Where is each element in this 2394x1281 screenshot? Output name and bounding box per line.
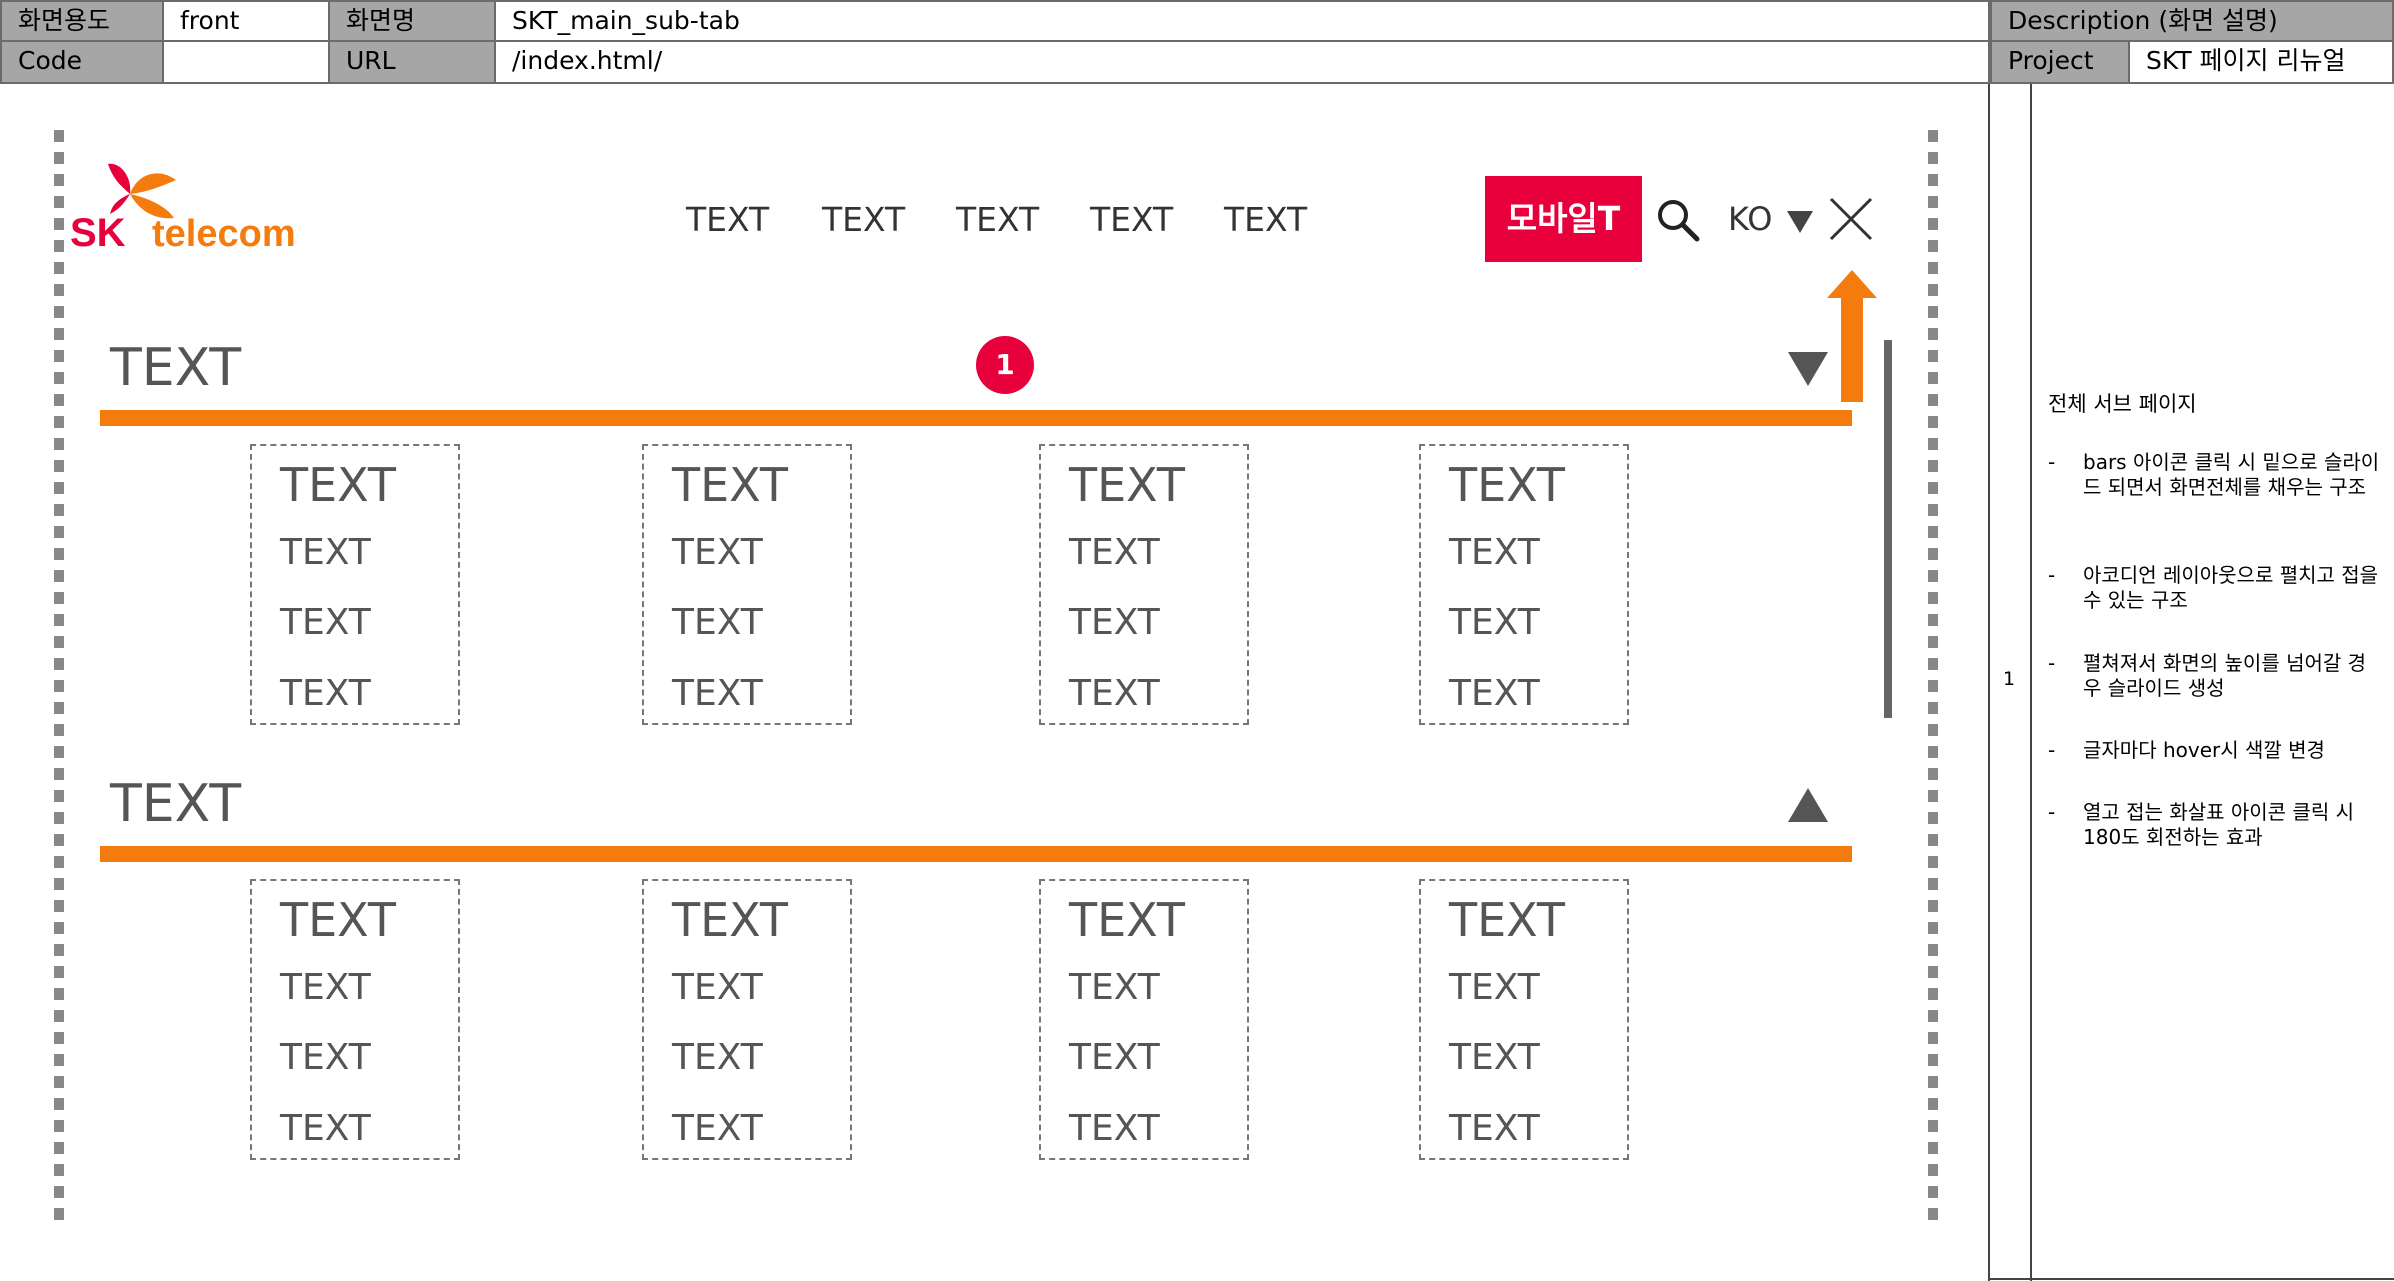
desc-divider-mid <box>2030 84 2032 1281</box>
card-link[interactable]: TEXT <box>280 673 371 714</box>
chevron-down-icon <box>1786 211 1813 233</box>
card-link[interactable]: TEXT <box>1069 602 1160 643</box>
description-item-text: 글자마다 hover시 색깔 변경 <box>2083 738 2325 762</box>
search-icon[interactable] <box>1656 198 1700 246</box>
usage-value: front <box>162 0 330 42</box>
card-heading[interactable]: TEXT <box>280 893 396 947</box>
bullet-dash: - <box>2048 800 2056 824</box>
description-number: 1 <box>2003 668 2016 690</box>
code-value <box>162 40 330 84</box>
desc-divider-left <box>1988 84 1990 1281</box>
frame-border-right <box>1928 130 1938 1226</box>
nav-item[interactable]: TEXT <box>822 200 905 239</box>
caret-down-icon[interactable] <box>1788 352 1828 390</box>
card-link[interactable]: TEXT <box>672 1108 763 1149</box>
code-label: Code <box>0 40 164 84</box>
caret-up-icon[interactable] <box>1788 788 1828 826</box>
arrow-up-annotation-icon <box>1827 270 1877 406</box>
description-item-text: bars 아이콘 클릭 시 밑으로 슬라이드 되면서 화면전체를 채우는 구조 <box>2083 450 2380 499</box>
menu-card: TEXT TEXT TEXT TEXT <box>1039 879 1249 1160</box>
card-link[interactable]: TEXT <box>1069 1037 1160 1078</box>
mobile-t-button[interactable]: 모바일T <box>1485 176 1642 262</box>
card-link[interactable]: TEXT <box>1449 1037 1540 1078</box>
card-link[interactable]: TEXT <box>1449 532 1540 573</box>
menu-card: TEXT TEXT TEXT TEXT <box>642 444 852 725</box>
card-heading[interactable]: TEXT <box>1069 458 1185 512</box>
logo-telecom-text: telecom <box>152 213 296 254</box>
menu-card: TEXT TEXT TEXT TEXT <box>642 879 852 1160</box>
card-heading[interactable]: TEXT <box>1069 893 1185 947</box>
card-link[interactable]: TEXT <box>672 532 763 573</box>
card-link[interactable]: TEXT <box>280 967 371 1008</box>
card-link[interactable]: TEXT <box>1449 602 1540 643</box>
card-heading[interactable]: TEXT <box>280 458 396 512</box>
card-link[interactable]: TEXT <box>1069 1108 1160 1149</box>
section-title[interactable]: TEXT <box>110 774 241 834</box>
card-link[interactable]: TEXT <box>1069 967 1160 1008</box>
menu-card: TEXT TEXT TEXT TEXT <box>1039 444 1249 725</box>
card-link[interactable]: TEXT <box>672 967 763 1008</box>
bullet-dash: - <box>2048 563 2056 587</box>
description-label: Description (화면 설명) <box>1990 0 2394 42</box>
language-select[interactable]: KO <box>1728 200 1813 238</box>
project-label: Project <box>1990 40 2130 84</box>
card-link[interactable]: TEXT <box>672 602 763 643</box>
description-item-text: 열고 접는 화살표 아이콘 클릭 시 180도 회전하는 효과 <box>2083 800 2354 849</box>
card-link[interactable]: TEXT <box>1449 1108 1540 1149</box>
description-title: 전체 서브 페이지 <box>2048 392 2197 416</box>
bullet-dash: - <box>2048 450 2056 474</box>
card-link[interactable]: TEXT <box>280 1108 371 1149</box>
bullet-dash: - <box>2048 738 2056 762</box>
card-link[interactable]: TEXT <box>1449 673 1540 714</box>
description-item-text: 아코디언 레이아웃으로 펼치고 접을 수 있는 구조 <box>2083 563 2379 612</box>
card-link[interactable]: TEXT <box>280 602 371 643</box>
logo-sk-text: SK <box>70 211 126 254</box>
sk-butterfly-icon: SK telecom <box>70 163 296 255</box>
card-heading[interactable]: TEXT <box>672 458 788 512</box>
section-divider <box>100 846 1852 862</box>
url-value: /index.html/ <box>494 40 1990 84</box>
card-link[interactable]: TEXT <box>1069 532 1160 573</box>
card-link[interactable]: TEXT <box>280 532 371 573</box>
screen-name-label: 화면명 <box>328 0 496 42</box>
section-title[interactable]: TEXT <box>110 338 241 398</box>
card-link[interactable]: TEXT <box>672 673 763 714</box>
nav-item[interactable]: TEXT <box>956 200 1039 239</box>
card-link[interactable]: TEXT <box>1069 673 1160 714</box>
url-label: URL <box>328 40 496 84</box>
menu-card: TEXT TEXT TEXT TEXT <box>1419 879 1629 1160</box>
usage-label: 화면용도 <box>0 0 164 42</box>
description-item-text: 펼쳐져서 화면의 높이를 넘어갈 경우 슬라이드 생성 <box>2083 651 2367 700</box>
scrollbar[interactable] <box>1884 340 1892 718</box>
close-icon[interactable] <box>1828 196 1874 246</box>
nav-item[interactable]: TEXT <box>1224 200 1307 239</box>
nav-item[interactable]: TEXT <box>686 200 769 239</box>
nav-item[interactable]: TEXT <box>1090 200 1173 239</box>
desc-divider-bottom <box>1988 1278 2394 1280</box>
sk-telecom-logo[interactable]: SK telecom <box>68 158 308 255</box>
menu-card: TEXT TEXT TEXT TEXT <box>1419 444 1629 725</box>
screen-name-value: SKT_main_sub-tab <box>494 0 1990 42</box>
annotation-badge: 1 <box>976 336 1034 394</box>
card-heading[interactable]: TEXT <box>1449 893 1565 947</box>
menu-card: TEXT TEXT TEXT TEXT <box>250 444 460 725</box>
language-value: KO <box>1728 200 1773 238</box>
menu-card: TEXT TEXT TEXT TEXT <box>250 879 460 1160</box>
card-heading[interactable]: TEXT <box>1449 458 1565 512</box>
card-link[interactable]: TEXT <box>280 1037 371 1078</box>
bullet-dash: - <box>2048 651 2056 675</box>
frame-border-left <box>54 130 64 1226</box>
card-link[interactable]: TEXT <box>1449 967 1540 1008</box>
card-heading[interactable]: TEXT <box>672 893 788 947</box>
section-divider <box>100 410 1852 426</box>
project-value: SKT 페이지 리뉴얼 <box>2128 40 2394 84</box>
card-link[interactable]: TEXT <box>672 1037 763 1078</box>
